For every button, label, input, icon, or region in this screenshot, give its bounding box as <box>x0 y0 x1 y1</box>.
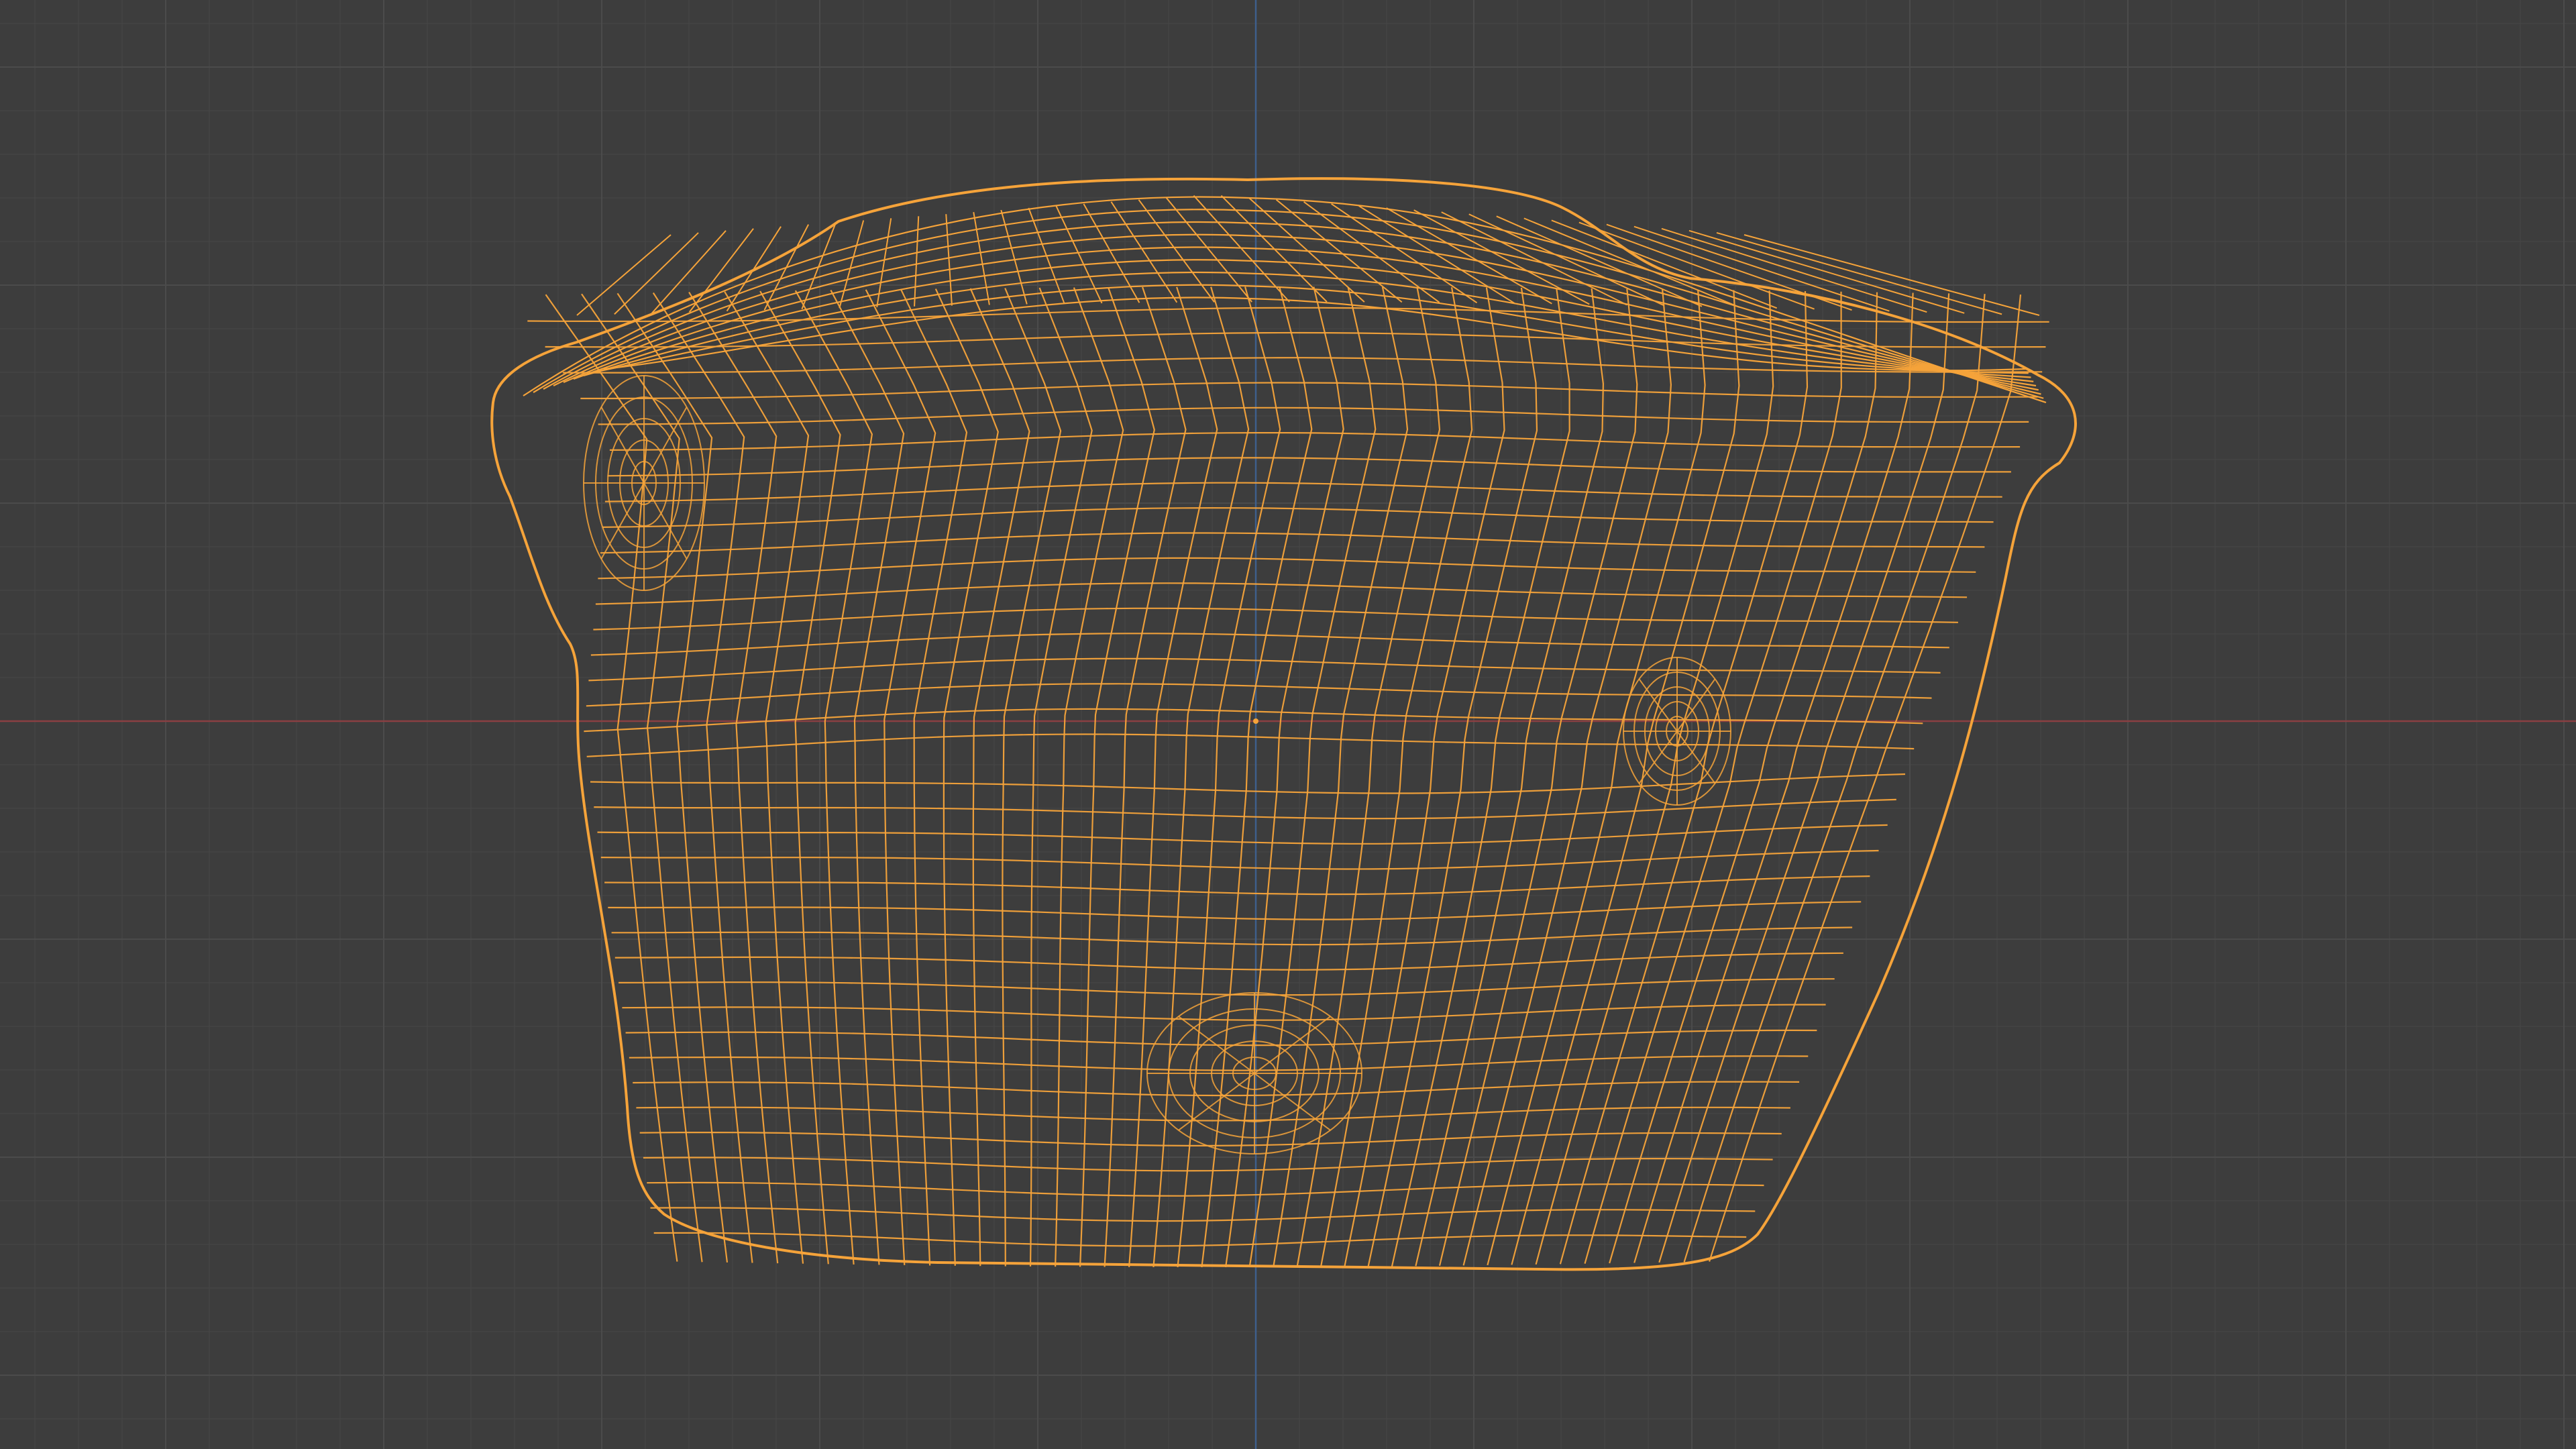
edge-loop-horizontal <box>586 733 1915 757</box>
edge-loop-vertical <box>969 288 1030 1267</box>
3d-viewport[interactable] <box>0 0 2576 1449</box>
pole-spoke <box>1178 1073 1255 1131</box>
edge-loop-vertical <box>581 293 703 1263</box>
edge-loop-vertical <box>1511 290 1740 1265</box>
edge-loop-horizontal <box>608 901 1862 920</box>
mesh-object-wireframe[interactable] <box>490 177 2077 1271</box>
edge-loop-vertical <box>865 289 936 1265</box>
edge-loop-horizontal <box>562 357 2043 374</box>
edge-loop-horizontal <box>593 607 1958 631</box>
edge-top-radial <box>763 224 810 311</box>
edge-loop-horizontal <box>622 1004 1826 1021</box>
edge-loop-vertical <box>545 294 678 1262</box>
grid-major-lines <box>0 0 2576 1449</box>
edge-loop-horizontal <box>609 432 2021 451</box>
edge-loop-vertical <box>1462 289 1672 1266</box>
edge-loop-horizontal <box>604 482 2002 502</box>
edge-top-radial <box>1523 217 1740 308</box>
edge-loop-vertical <box>759 290 841 1265</box>
edge-loop-horizontal <box>590 633 1949 656</box>
object-origin-marker[interactable] <box>1253 718 1258 724</box>
edge-loop-vertical <box>616 292 729 1263</box>
edge-loop-vertical <box>688 292 779 1264</box>
edge-loop-horizontal <box>650 1207 1756 1222</box>
edge-top-radial <box>839 220 865 309</box>
edge-top-radial <box>726 226 782 312</box>
edge-loop-vertical <box>1609 292 1878 1264</box>
pole-spoke <box>1254 1073 1331 1131</box>
edge-loop-horizontal <box>619 978 1835 996</box>
edge-top-radial <box>1028 207 1065 305</box>
edge-loop-horizontal <box>639 1132 1782 1146</box>
edge-top-radial <box>1000 209 1028 305</box>
edge-loop-horizontal <box>602 507 1994 528</box>
edge-loop-vertical <box>1559 290 1809 1265</box>
grid-minor-lines <box>0 0 2576 1449</box>
edge-top-radial <box>1138 199 1216 303</box>
edge-top-radial <box>1441 211 1627 306</box>
edge-loop-horizontal <box>586 683 1932 707</box>
edge-loop-horizontal <box>647 1181 1764 1197</box>
edge-loop-vertical <box>830 289 905 1265</box>
edge-loop-horizontal <box>590 773 1906 794</box>
edge-loop-horizontal <box>643 1157 1773 1172</box>
edge-loop-vertical <box>1535 290 1774 1265</box>
edge-loop-vertical <box>900 288 968 1266</box>
edge-loop-horizontal <box>598 557 1976 580</box>
edge-loop-horizontal <box>580 382 2038 400</box>
edge-loop-horizontal <box>595 582 1968 605</box>
edge-loop-horizontal <box>611 926 1853 946</box>
mesh-horizontal-edge-loops <box>527 307 2049 1247</box>
edge-top-radial <box>876 218 892 308</box>
edge-top-radial <box>1743 234 2040 316</box>
viewport-canvas[interactable] <box>0 0 2576 1449</box>
edge-top-radial <box>614 232 699 315</box>
edge-loop-horizontal <box>607 457 2011 477</box>
edge-loop-vertical <box>1438 288 1638 1267</box>
edge-top-radial <box>973 211 990 305</box>
edge-loop-vertical <box>1029 287 1093 1267</box>
edge-loop-vertical <box>1683 294 1986 1263</box>
edge-loop-vertical <box>652 292 753 1263</box>
edge-loop-horizontal <box>600 532 1985 554</box>
edge-loop-horizontal <box>629 1055 1809 1071</box>
edge-loop-vertical <box>1633 292 1914 1263</box>
edge-loop-vertical <box>794 290 873 1265</box>
edge-loop-horizontal <box>625 1029 1817 1046</box>
edge-loop-horizontal <box>614 952 1843 971</box>
edge-loop-horizontal <box>604 875 1870 896</box>
